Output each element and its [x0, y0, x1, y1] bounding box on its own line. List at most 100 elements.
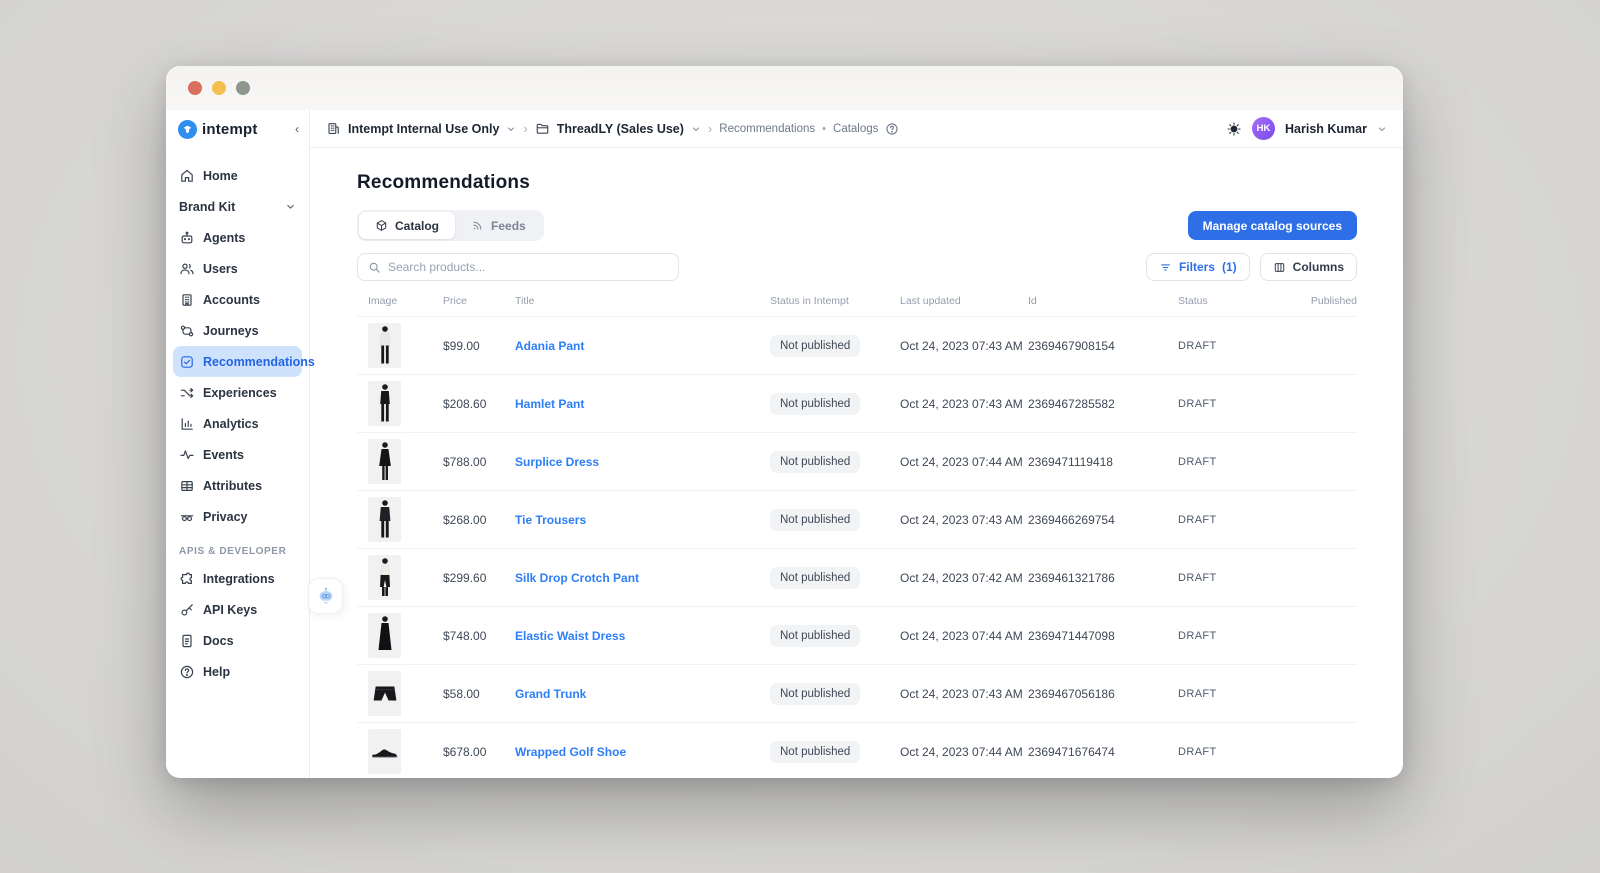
cell-id: 2369467285582 [1028, 396, 1115, 411]
sidebar-item-help[interactable]: Help [173, 656, 302, 687]
product-thumbnail [368, 613, 401, 658]
tab-label: Feeds [491, 218, 526, 233]
table-row: $99.00 Adania Pant Not published Oct 24,… [357, 316, 1357, 374]
cell-id: 2369461321786 [1028, 570, 1115, 585]
sidebar-item-label: Journeys [203, 323, 259, 338]
table-row: $208.60 Hamlet Pant Not published Oct 24… [357, 374, 1357, 432]
robot-icon [179, 230, 195, 246]
col-header-published: Published [1310, 295, 1357, 307]
col-header-image: Image [368, 295, 398, 307]
sidebar-item-home[interactable]: Home [173, 160, 302, 191]
table-row: $268.00 Tie Trousers Not published Oct 2… [357, 490, 1357, 548]
minimize-window-button[interactable] [212, 81, 226, 95]
ai-assistant-button[interactable] [308, 578, 343, 614]
sidebar-item-analytics[interactable]: Analytics [173, 408, 302, 439]
product-thumbnail [368, 381, 401, 426]
search-input[interactable] [388, 260, 668, 274]
package-icon [375, 219, 388, 232]
sidebar-item-agents[interactable]: Agents [173, 222, 302, 253]
breadcrumb-separator: › [523, 121, 528, 136]
manage-catalog-sources-button[interactable]: Manage catalog sources [1187, 211, 1357, 240]
close-window-button[interactable] [188, 81, 202, 95]
cell-price: $268.00 [443, 512, 487, 527]
cell-status: DRAFT [1178, 513, 1217, 526]
cell-price: $299.60 [443, 570, 487, 585]
product-thumbnail [368, 439, 401, 484]
sidebar-section-label: APIS & DEVELOPER [179, 546, 287, 557]
breadcrumb-separator: › [707, 121, 713, 136]
sidebar-item-accounts[interactable]: Accounts [173, 284, 302, 315]
sidebar-item-docs[interactable]: Docs [173, 625, 302, 656]
chevron-down-icon[interactable] [506, 124, 516, 134]
sidebar-item-brand-kit[interactable]: Brand Kit [173, 191, 302, 222]
sidebar-item-label: Attributes [203, 478, 263, 493]
user-name[interactable]: Harish Kumar [1285, 122, 1367, 136]
status-badge: Not published [770, 334, 861, 357]
tab-feeds[interactable]: Feeds [455, 212, 542, 239]
status-badge: Not published [770, 450, 861, 473]
sidebar-item-privacy[interactable]: Privacy [173, 501, 302, 532]
sidebar-item-attributes[interactable]: Attributes [173, 470, 302, 501]
chevron-down-icon [285, 201, 296, 212]
sidebar-item-events[interactable]: Events [173, 439, 302, 470]
breadcrumb-page[interactable]: Catalogs [833, 123, 878, 135]
cell-id: 2369471119418 [1028, 454, 1113, 469]
cell-last-updated: Oct 24, 2023 07:44 AM [900, 628, 1023, 643]
cell-last-updated: Oct 24, 2023 07:43 AM [900, 686, 1023, 701]
users-icon [179, 261, 195, 277]
breadcrumb-organization[interactable]: Intempt Internal Use Only [348, 122, 499, 136]
help-circle-icon [179, 664, 195, 680]
home-icon [179, 168, 195, 184]
sidebar-item-integrations[interactable]: Integrations [173, 563, 302, 594]
table-row: $748.00 Elastic Waist Dress Not publishe… [357, 606, 1357, 664]
cell-price: $748.00 [443, 628, 487, 643]
sidebar-nav: Home Brand Kit Agents Users Accounts Jou… [166, 148, 315, 687]
chevron-down-icon[interactable] [691, 124, 701, 134]
maximize-window-button[interactable] [236, 81, 250, 95]
filters-count: (1) [1221, 260, 1237, 274]
chevron-down-icon[interactable] [1377, 124, 1387, 134]
table-row: $788.00 Surplice Dress Not published Oct… [357, 432, 1357, 490]
product-title-link[interactable]: Hamlet Pant [515, 397, 770, 411]
sidebar-item-api-keys[interactable]: API Keys [173, 594, 302, 625]
theme-toggle-icon[interactable] [1226, 121, 1242, 137]
col-header-status-intempt: Status in Intempt [770, 295, 849, 307]
product-title-link[interactable]: Elastic Waist Dress [515, 629, 770, 643]
sidebar-item-users[interactable]: Users [173, 253, 302, 284]
help-circle-icon[interactable] [885, 122, 899, 136]
product-title-link[interactable]: Surplice Dress [515, 455, 770, 469]
sidebar-collapse-button[interactable]: ‹ [295, 122, 299, 136]
product-title-link[interactable]: Adania Pant [515, 339, 770, 353]
status-badge: Not published [770, 392, 861, 415]
avatar[interactable]: HK [1252, 117, 1276, 140]
folder-icon [535, 121, 550, 136]
pulse-icon [179, 447, 195, 463]
bar-chart-icon [179, 416, 195, 432]
filters-button[interactable]: Filters (1) [1145, 253, 1250, 281]
tab-catalog[interactable]: Catalog [359, 212, 456, 239]
sidebar: intempt ‹ Home Brand Kit Agents Users Ac… [166, 110, 315, 778]
cell-status: DRAFT [1178, 455, 1217, 468]
logo-text: intempt [202, 120, 258, 138]
app-window: intempt ‹ Home Brand Kit Agents Users Ac… [166, 66, 1403, 778]
cell-price: $788.00 [443, 454, 487, 469]
breadcrumb-project[interactable]: ThreadLY (Sales Use) [557, 122, 684, 136]
cell-last-updated: Oct 24, 2023 07:43 AM [900, 512, 1023, 527]
product-title-link[interactable]: Grand Trunk [515, 687, 770, 701]
product-title-link[interactable]: Wrapped Golf Shoe [515, 745, 770, 759]
breadcrumb-section[interactable]: Recommendations [719, 123, 815, 135]
filter-icon [1159, 261, 1172, 274]
sidebar-item-label: Experiences [203, 385, 277, 400]
product-title-link[interactable]: Tie Trousers [515, 513, 770, 527]
cell-last-updated: Oct 24, 2023 07:44 AM [900, 454, 1023, 469]
cell-last-updated: Oct 24, 2023 07:43 AM [900, 396, 1023, 411]
cell-id: 2369466269754 [1028, 512, 1115, 527]
shuffle-icon [179, 385, 195, 401]
tab-group: Catalog Feeds [357, 210, 544, 241]
sidebar-item-experiences[interactable]: Experiences [173, 377, 302, 408]
product-title-link[interactable]: Silk Drop Crotch Pant [515, 571, 770, 585]
sidebar-item-recommendations[interactable]: Recommendations [173, 346, 315, 377]
sidebar-item-journeys[interactable]: Journeys [173, 315, 302, 346]
columns-button[interactable]: Columns [1259, 253, 1357, 281]
key-icon [179, 602, 195, 618]
